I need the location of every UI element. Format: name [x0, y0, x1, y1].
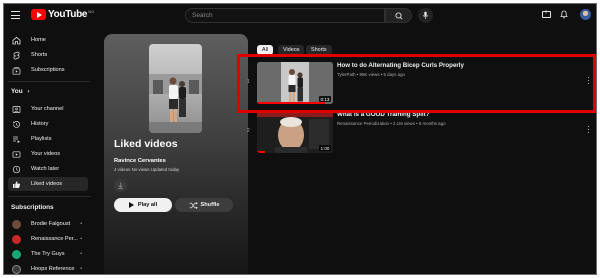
sidebar-item-label: The Try Guys	[31, 251, 65, 257]
play-all-button[interactable]: Play all	[114, 198, 172, 212]
new-content-dot-icon: •	[80, 251, 82, 257]
search-icon	[395, 12, 403, 20]
search-input[interactable]: Search	[185, 8, 385, 23]
top-bar: YouTube NO Search	[4, 4, 596, 26]
chip-all[interactable]: All	[257, 45, 273, 55]
search-placeholder: Search	[192, 12, 213, 19]
playlist-title: Liked videos	[114, 138, 178, 150]
sidebar-item-label: Your videos	[31, 151, 61, 157]
sidebar-item-your-videos[interactable]: Your videos	[8, 147, 88, 161]
playlist-meta: 4 videos No views Updated today	[114, 167, 180, 172]
watch-progress-bar	[257, 151, 265, 153]
sidebar-item-watch-later[interactable]: Watch later	[8, 162, 88, 176]
notifications-bell-icon[interactable]	[560, 10, 568, 19]
you-section-title[interactable]: You ›	[11, 88, 30, 95]
sidebar-subscription-try-guys[interactable]: The Try Guys •	[8, 247, 88, 261]
sidebar-divider	[8, 81, 90, 82]
sidebar-item-shorts[interactable]: Shorts	[8, 48, 88, 62]
chip-videos[interactable]: Videos	[278, 45, 305, 55]
subscriptions-section-title: Subscriptions	[11, 204, 54, 211]
more-options-icon[interactable]	[587, 77, 590, 86]
sidebar-subscription-hoops-reference[interactable]: Hoops Reference •	[8, 262, 88, 274]
subscriptions-icon	[12, 66, 21, 75]
sidebar-item-label: Your channel	[31, 106, 64, 112]
shorts-icon	[13, 51, 20, 60]
sidebar-item-label: Brodie Falgoust	[31, 221, 71, 227]
shuffle-icon	[189, 201, 198, 209]
search-button[interactable]	[385, 8, 412, 23]
sidebar-item-label: Playlists	[31, 136, 52, 142]
video-thumbnail[interactable]: 0:13	[257, 62, 333, 104]
chevron-right-icon: ›	[27, 88, 30, 95]
sidebar-subscription-brodie-falgoust[interactable]: Brodie Falgoust •	[8, 217, 88, 231]
shuffle-button[interactable]: Shuffle	[175, 198, 233, 212]
playlist-cover-thumbnail[interactable]	[149, 44, 202, 133]
video-duration: 1:00	[319, 145, 331, 151]
new-content-dot-icon: •	[80, 266, 82, 272]
voice-search-button[interactable]	[418, 8, 433, 23]
video-title[interactable]: How to do Alternating Bicep Curls Proper…	[337, 62, 464, 69]
channel-avatar	[12, 249, 21, 259]
your-videos-icon	[12, 150, 21, 158]
clock-icon	[12, 165, 21, 173]
new-content-dot-icon: •	[80, 221, 82, 227]
more-options-icon[interactable]	[587, 126, 590, 135]
video-meta: Renaissance Periodization • 2.1M views •…	[337, 121, 446, 126]
watch-progress-bar	[257, 102, 326, 104]
play-all-label: Play all	[137, 202, 158, 208]
sidebar-item-label: Hoops Reference	[31, 266, 75, 272]
youtube-play-logo-icon	[31, 9, 46, 20]
sidebar-item-liked-videos[interactable]: Liked videos	[8, 177, 88, 191]
sidebar-item-label: Renaissance Per...	[31, 236, 78, 242]
sidebar-item-label: History	[31, 121, 49, 127]
video-title[interactable]: What is a GOOD Training Split?	[337, 111, 429, 118]
youtube-logo[interactable]: YouTube NO	[31, 9, 94, 20]
home-icon	[12, 36, 21, 44]
channel-avatar	[12, 219, 21, 229]
video-index: 1	[247, 79, 250, 85]
playlist-header-panel: Liked videos Ravince Cervantes 4 videos …	[104, 34, 248, 274]
playlist-owner[interactable]: Ravince Cervantes	[114, 158, 166, 164]
playlist-video-row[interactable]: 2 1:00 What is a GOOD Training Split? Re…	[240, 108, 596, 156]
create-icon[interactable]	[542, 9, 551, 18]
sidebar-item-label: Watch later	[31, 166, 60, 172]
sidebar-item-label: Subscriptions	[31, 67, 65, 73]
video-thumbnail[interactable]: 1:00	[257, 111, 333, 153]
channel-icon	[12, 105, 21, 113]
logo-country-code: NO	[88, 9, 95, 14]
playlist-video-row[interactable]: 1 0:13 How to do Alternating Bicep Curls…	[240, 59, 596, 107]
sidebar-item-label: Liked videos	[31, 181, 63, 187]
sidebar-item-your-channel[interactable]: Your channel	[8, 102, 88, 116]
sidebar-subscription-renaissance[interactable]: Renaissance Per... •	[8, 232, 88, 246]
thumbs-up-icon	[13, 180, 21, 188]
menu-icon[interactable]	[11, 11, 20, 19]
sidebar-item-home[interactable]: Home	[8, 33, 88, 47]
sidebar-item-subscriptions[interactable]: Subscriptions	[8, 63, 88, 77]
sidebar-item-label: Home	[31, 37, 46, 43]
you-section-label: You	[11, 88, 23, 95]
history-icon	[12, 120, 20, 128]
logo-text: YouTube	[48, 9, 88, 20]
account-avatar[interactable]	[580, 9, 591, 20]
sidebar: Home Shorts Subscriptions You › Your cha…	[4, 26, 94, 274]
sidebar-divider	[8, 196, 90, 197]
youtube-window: YouTube NO Search + Home Shorts Subscrip…	[3, 3, 597, 275]
channel-avatar	[12, 264, 21, 274]
video-meta: TylerPath • 95K views • 5 days ago	[337, 72, 405, 77]
play-icon	[128, 202, 134, 208]
channel-avatar	[12, 234, 21, 244]
download-icon	[118, 182, 123, 189]
sidebar-item-history[interactable]: History	[8, 117, 88, 131]
sidebar-item-playlists[interactable]: Playlists	[8, 132, 88, 146]
download-button[interactable]	[114, 179, 127, 192]
video-index: 2	[247, 128, 250, 134]
new-content-dot-icon: •	[80, 236, 82, 242]
sidebar-item-label: Shorts	[31, 52, 48, 58]
chip-shorts[interactable]: Shorts	[306, 45, 332, 55]
shuffle-label: Shuffle	[200, 202, 220, 208]
playlists-icon	[13, 136, 20, 143]
microphone-icon	[422, 11, 429, 19]
